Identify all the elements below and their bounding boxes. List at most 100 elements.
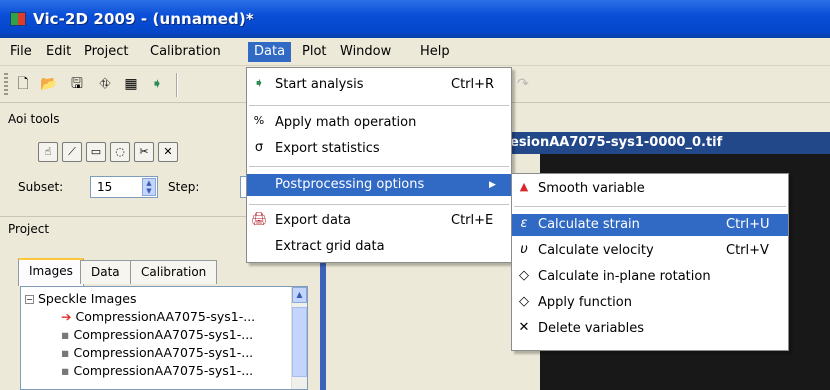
title-bar: Vic-2D 2009 - (unnamed)* <box>0 0 830 38</box>
menu-item-extract-grid[interactable]: Extract grid data <box>247 236 511 258</box>
grid-icon[interactable]: ▦ <box>122 75 140 93</box>
menu-item-apply-function[interactable]: ◇ Apply function <box>512 292 788 314</box>
menu-item-label: Extract grid data <box>275 239 385 254</box>
save-icon[interactable]: 🖫 <box>68 75 86 93</box>
tab-images[interactable]: Images <box>18 258 84 286</box>
delete-tool-icon[interactable]: ✕ <box>158 142 178 162</box>
menu-separator <box>514 206 786 207</box>
list-item[interactable]: ▪ CompressionAA7075-sys1-... <box>61 327 253 345</box>
menu-project[interactable]: Project <box>78 42 134 62</box>
project-title: Project <box>8 222 50 236</box>
image-title: esionAA7075-sys1-0000_0.tif <box>508 132 830 154</box>
menu-item-label: Export data <box>275 213 351 228</box>
epsilon-icon: ε <box>520 216 528 231</box>
bullet-icon: ▪ <box>61 345 70 360</box>
diamond-icon: ◇ <box>519 268 529 283</box>
tree-root[interactable]: − Speckle Images <box>25 291 136 309</box>
collapse-icon[interactable]: − <box>25 295 34 304</box>
menu-item-label: Calculate strain <box>538 217 640 232</box>
menu-item-shortcut: Ctrl+R <box>451 77 495 92</box>
scroll-up-icon[interactable]: ▲ <box>292 287 307 303</box>
cut-tool-icon[interactable]: ✂ <box>134 142 154 162</box>
subset-spinner[interactable]: 15 ▲ ▼ <box>90 176 158 198</box>
postprocessing-submenu: ▲ Smooth variable ε Calculate strain Ctr… <box>511 173 789 351</box>
menu-item-label: Calculate velocity <box>538 243 654 258</box>
step-label: Step: <box>168 180 200 194</box>
open-folder-icon[interactable]: 📂 <box>40 75 58 93</box>
menu-item-label: Apply math operation <box>275 115 417 130</box>
x-icon: ✕ <box>518 320 530 335</box>
tree-scrollbar[interactable]: ▲ <box>291 287 307 389</box>
triangle-icon: ▲ <box>519 180 529 193</box>
menu-item-delete-variables[interactable]: ✕ Delete variables <box>512 318 788 340</box>
tree-item-label: CompressionAA7075-sys1-... <box>75 309 256 324</box>
menu-separator <box>249 204 509 205</box>
menu-help[interactable]: Help <box>414 42 456 62</box>
list-item[interactable]: ▪ CompressionAA7075-sys1-... <box>61 363 253 381</box>
menu-edit[interactable]: Edit <box>40 42 77 62</box>
menu-item-label: Smooth variable <box>538 181 645 196</box>
submenu-arrow-icon: ▶ <box>489 180 496 190</box>
menu-bar: File Edit Project Calibration Data Plot … <box>0 38 830 66</box>
menu-window[interactable]: Window <box>334 42 397 62</box>
tree-item-label: CompressionAA7075-sys1-... <box>73 345 254 360</box>
tree-item-label: CompressionAA7075-sys1-... <box>73 363 254 378</box>
redo-icon[interactable]: ↷ <box>514 75 532 93</box>
tab-data[interactable]: Data <box>80 260 131 284</box>
subset-value: 15 <box>97 180 113 194</box>
image-tree: − Speckle Images ➔ CompressionAA7075-sys1… <box>20 286 308 390</box>
scroll-thumb[interactable] <box>292 307 307 377</box>
data-menu-dropdown: ➧ Start analysis Ctrl+R % Apply math ope… <box>246 67 512 263</box>
menu-item-label: Apply function <box>538 295 632 310</box>
menu-item-label: Calculate in-plane rotation <box>538 269 711 284</box>
menu-separator <box>249 166 509 167</box>
window-title: Vic-2D 2009 - (unnamed)* <box>33 10 254 28</box>
list-item[interactable]: ▪ CompressionAA7075-sys1-... <box>61 345 253 363</box>
menu-item-export-statistics[interactable]: σ Export statistics <box>247 138 511 160</box>
menu-item-postprocessing[interactable]: Postprocessing options ▶ <box>247 174 511 196</box>
bullet-icon: ▪ <box>61 363 70 378</box>
hand-tool-icon[interactable]: ☝ <box>38 142 58 162</box>
menu-item-label: Start analysis <box>275 77 364 92</box>
subset-label: Subset: <box>18 180 64 194</box>
toolbar-separator <box>176 73 178 97</box>
menu-item-shortcut: Ctrl+U <box>726 217 770 232</box>
menu-separator <box>249 105 509 106</box>
start-analysis-icon[interactable]: ➧ <box>148 75 166 93</box>
start-analysis-icon: ➧ <box>253 76 265 91</box>
menu-file[interactable]: File <box>4 42 38 62</box>
menu-item-smooth-variable[interactable]: ▲ Smooth variable <box>512 178 788 200</box>
polygon-tool-icon[interactable]: ⟋ <box>62 142 82 162</box>
tab-calibration[interactable]: Calibration <box>130 260 218 284</box>
list-item[interactable]: ➔ CompressionAA7075-sys1-... <box>61 309 255 327</box>
toolbar-grip[interactable] <box>4 73 8 97</box>
menu-item-calculate-velocity[interactable]: υ Calculate velocity Ctrl+V <box>512 240 788 262</box>
menu-data[interactable]: Data <box>248 42 292 62</box>
app-icon <box>10 12 26 26</box>
menu-calibration[interactable]: Calibration <box>144 42 227 62</box>
menu-item-start-analysis[interactable]: ➧ Start analysis Ctrl+R <box>247 74 511 96</box>
menu-item-export-data[interactable]: 🖨 Export data Ctrl+E <box>247 210 511 232</box>
menu-item-label: Postprocessing options <box>275 177 425 192</box>
tree-item-label: CompressionAA7075-sys1-... <box>73 327 254 342</box>
calibration-icon[interactable]: ⛗ <box>96 75 114 93</box>
circle-tool-icon[interactable]: ◌ <box>110 142 130 162</box>
export-data-icon: 🖨 <box>251 212 268 227</box>
menu-item-shortcut: Ctrl+V <box>726 243 769 258</box>
aoi-tools-title: Aoi tools <box>8 112 60 126</box>
sigma-icon: σ <box>254 140 264 155</box>
menu-item-apply-math[interactable]: % Apply math operation <box>247 112 511 134</box>
menu-item-calculate-strain[interactable]: ε Calculate strain Ctrl+U <box>512 214 788 236</box>
rectangle-tool-icon[interactable]: ▭ <box>86 142 106 162</box>
tree-root-label: Speckle Images <box>38 291 137 306</box>
menu-item-label: Export statistics <box>275 141 380 156</box>
spinner-arrows-icon[interactable]: ▲ ▼ <box>142 178 156 196</box>
diamond-icon: ◇ <box>519 294 529 309</box>
upsilon-icon: υ <box>520 242 528 257</box>
new-file-icon[interactable]: 🗋 <box>14 75 32 93</box>
bullet-icon: ▪ <box>61 327 70 342</box>
current-image-arrow-icon: ➔ <box>61 309 72 324</box>
menu-item-calculate-rotation[interactable]: ◇ Calculate in-plane rotation <box>512 266 788 288</box>
menu-item-shortcut: Ctrl+E <box>451 213 494 228</box>
menu-plot[interactable]: Plot <box>296 42 333 62</box>
